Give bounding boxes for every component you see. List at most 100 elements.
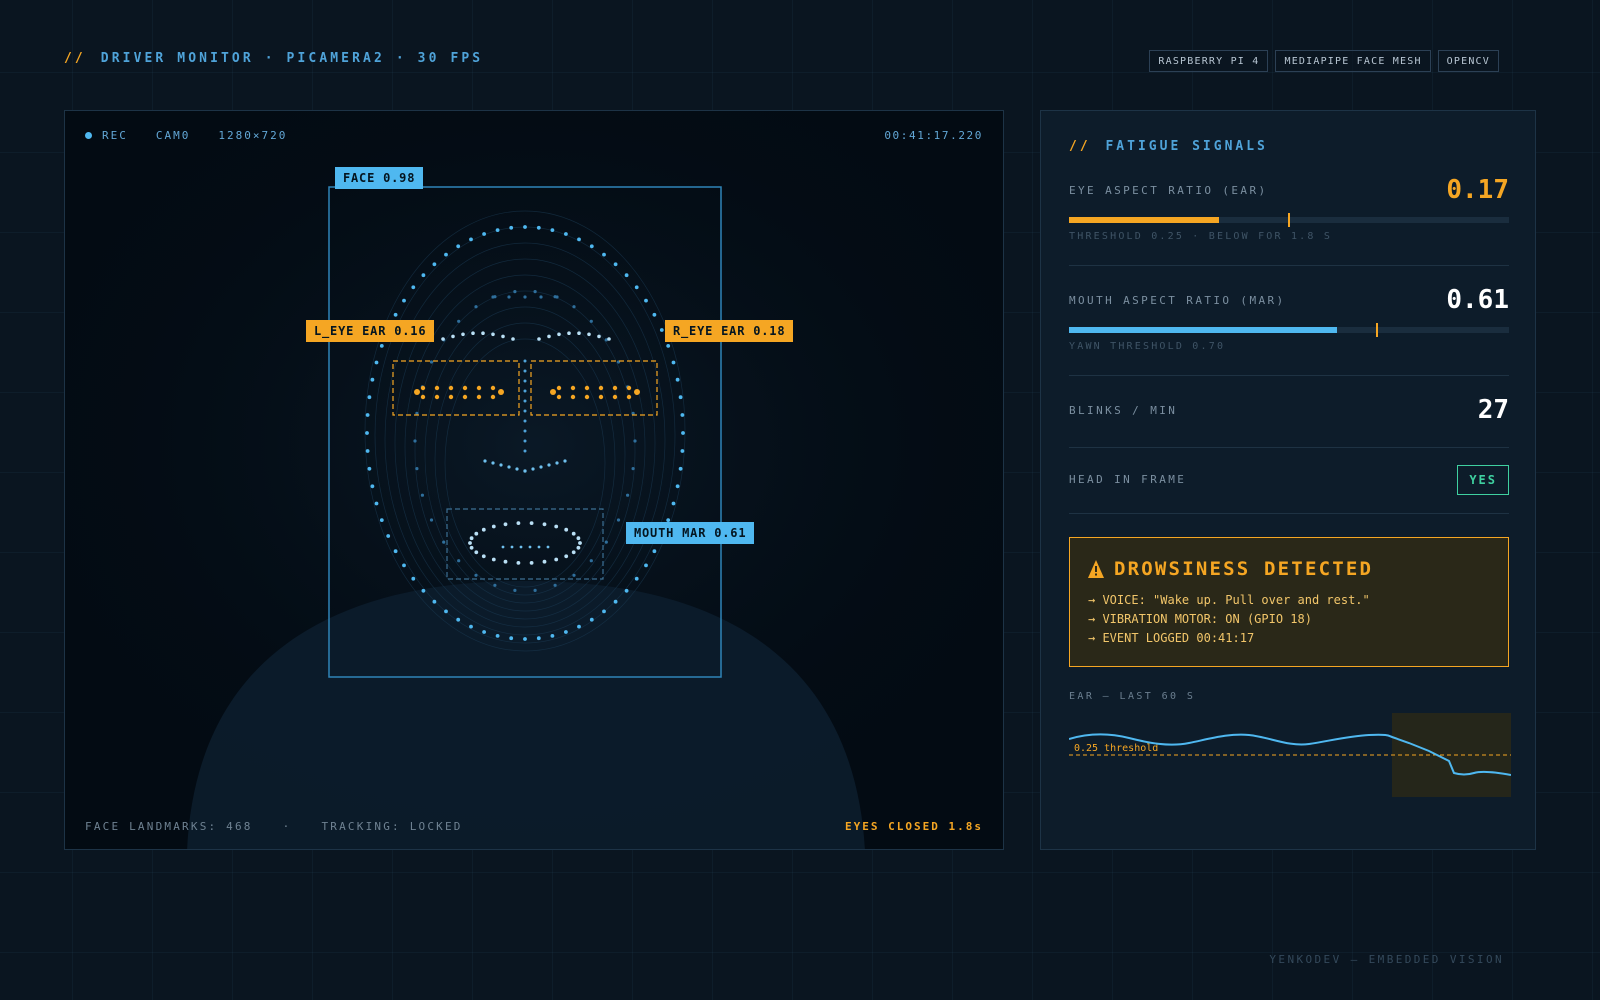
ear-bar	[1069, 213, 1509, 227]
mouth-tag: MOUTH MAR 0.61	[626, 522, 755, 544]
blinks-value: 27	[1477, 395, 1509, 425]
face-oval-point	[482, 630, 486, 634]
mouth-point	[529, 561, 534, 565]
nostril-point	[523, 469, 527, 473]
face-oval-point	[367, 395, 372, 400]
face-oval-point	[469, 237, 473, 242]
nose-point	[523, 389, 527, 393]
inner-contour-point	[589, 319, 593, 323]
inner-contour-point	[553, 583, 557, 587]
face-oval-point	[613, 599, 618, 604]
eye-point	[434, 385, 440, 391]
face-oval-point	[402, 563, 406, 568]
rec-label: REC	[102, 129, 128, 142]
alert-window-highlight	[1392, 713, 1511, 797]
nose-point	[523, 449, 527, 453]
mouth-point	[542, 559, 547, 564]
eyes-closed-status: EYES CLOSED 1.8s	[845, 820, 983, 833]
mouth-point	[481, 554, 486, 559]
left-brow-point	[511, 337, 515, 341]
mouth-point	[474, 550, 479, 555]
face-oval-point	[678, 395, 683, 400]
nose-point	[523, 369, 527, 373]
mouth-point	[474, 531, 479, 536]
eye-point	[420, 394, 426, 400]
left-brow-point	[441, 337, 445, 341]
rec-dot-icon	[85, 132, 92, 139]
landmarks-status: FACE LANDMARKS: 468	[85, 820, 253, 833]
eye-corner-point	[634, 389, 640, 395]
eye-corner-point	[498, 389, 504, 395]
inner-contour-point	[589, 559, 593, 563]
face-oval-point	[482, 232, 486, 236]
face-oval-point	[367, 466, 372, 471]
eye-point	[584, 394, 590, 400]
face-oval-point	[469, 624, 473, 629]
mar-threshold-note: YAWN THRESHOLD 0.70	[1069, 341, 1226, 352]
eye-point	[462, 394, 468, 400]
panel-title-slashes: //	[1069, 139, 1091, 154]
face-oval-point	[411, 576, 416, 581]
face-oval-point	[421, 273, 426, 278]
eye-point	[612, 385, 618, 391]
mouth-point	[468, 541, 472, 545]
status-separator: ·	[282, 820, 292, 833]
face-oval-point	[456, 617, 461, 622]
left-eye-tag: L_EYE EAR 0.16	[306, 320, 435, 342]
left-brow-point	[481, 331, 485, 335]
inner-contour-point	[533, 290, 537, 294]
badge-raspberry-pi: RASPBERRY PI 4	[1149, 50, 1269, 72]
nostril-point	[515, 467, 519, 471]
eye-point	[570, 385, 576, 391]
alert-title-text: DROWSINESS DETECTED	[1114, 558, 1374, 580]
face-oval-point	[386, 534, 391, 538]
eye-point	[434, 394, 440, 400]
ear-label: EYE ASPECT RATIO (EAR)	[1069, 184, 1268, 197]
nose-point	[523, 359, 527, 363]
inner-contour-point	[604, 540, 608, 544]
inner-contour-point	[626, 493, 630, 497]
face-oval-point	[411, 285, 416, 290]
ear-history-chart: 0.25 threshold	[1069, 713, 1511, 797]
drowsiness-alert: DROWSINESS DETECTED → VOICE: "Wake up. P…	[1069, 537, 1509, 667]
face-oval-point	[675, 377, 680, 382]
mouth-point	[516, 521, 521, 525]
face-oval-point	[589, 617, 594, 622]
right-eye-tag: R_EYE EAR 0.18	[665, 320, 794, 342]
nostril-point	[483, 459, 487, 463]
face-oval-point	[374, 360, 379, 365]
inner-contour-point	[616, 518, 621, 522]
mar-bar-fill	[1069, 327, 1338, 333]
face-oval-point	[675, 484, 680, 489]
face-oval-point	[432, 599, 437, 604]
eye-point	[490, 394, 496, 400]
face-oval-point	[393, 549, 398, 554]
right-brow-point	[577, 331, 581, 335]
eye-point	[476, 394, 482, 400]
head-label: HEAD IN FRAME	[1069, 473, 1187, 486]
eye-point	[570, 394, 576, 400]
mouth-point	[578, 541, 582, 545]
eye-point	[626, 394, 632, 400]
face-oval-point	[523, 637, 527, 641]
face-oval-point	[379, 518, 384, 522]
eye-point	[598, 385, 604, 391]
face-oval-point	[644, 298, 648, 303]
nostril-point	[507, 465, 511, 469]
nostril-point	[555, 461, 559, 465]
alert-actions: → VOICE: "Wake up. Pull over and rest." …	[1088, 591, 1370, 648]
face-oval-point	[365, 449, 370, 453]
rec-indicator: REC	[85, 129, 128, 142]
inner-contour-point	[533, 588, 537, 592]
face-oval-point	[644, 563, 648, 568]
left-brow-point	[451, 334, 455, 339]
face-oval-point	[564, 630, 568, 634]
face-oval-point	[671, 501, 676, 506]
mouth-point	[554, 524, 559, 529]
blinks-label: BLINKS / MIN	[1069, 404, 1178, 417]
face-oval-point	[589, 244, 594, 249]
face-oval-point	[550, 634, 555, 638]
face-oval-point	[652, 312, 657, 317]
inner-lip-point	[546, 545, 550, 549]
inner-contour-point	[413, 439, 417, 443]
